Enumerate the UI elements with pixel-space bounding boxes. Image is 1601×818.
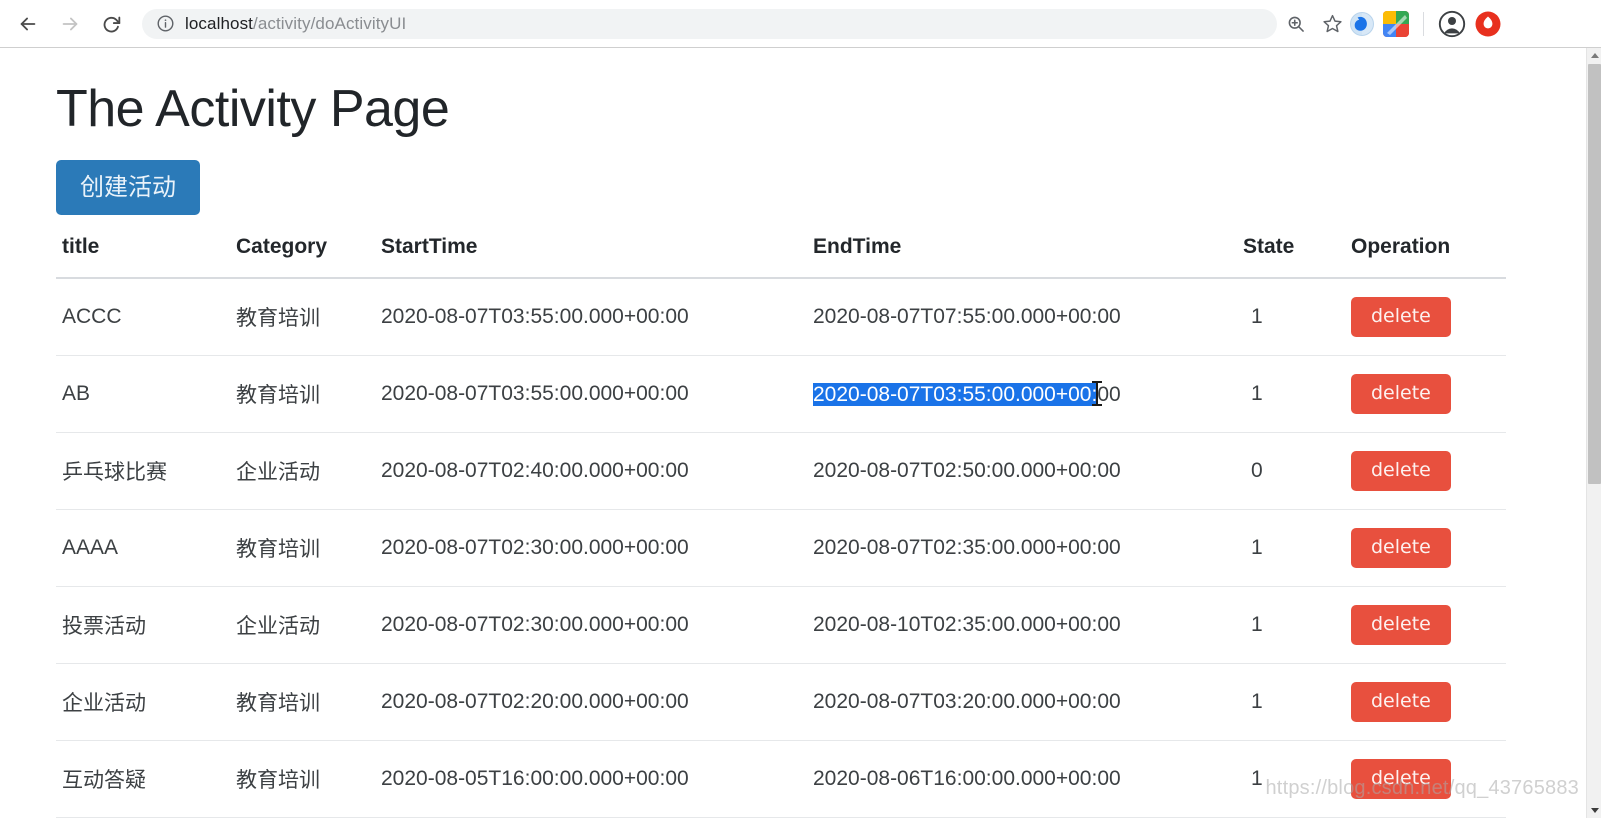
- unselected-text: 00: [1097, 382, 1121, 406]
- cell-start-time: 2020-08-07T02:30:00.000+00:00: [381, 509, 813, 587]
- vertical-scrollbar[interactable]: [1586, 48, 1601, 818]
- table-row: AAAA 教育培训 2020-08-07T02:30:00.000+00:00 202…: [56, 509, 1506, 587]
- reload-button[interactable]: [94, 6, 130, 42]
- cell-category: 教育培训: [236, 740, 381, 818]
- cell-state: 1: [1243, 663, 1351, 741]
- delete-button[interactable]: delete: [1351, 296, 1451, 337]
- browser-window: localhost/activity/doActivityUI The Acti…: [0, 0, 1601, 818]
- red-circle-extension-icon[interactable]: [1474, 10, 1502, 38]
- cell-title: 乒乓球比赛: [56, 432, 236, 510]
- cell-state: 0: [1243, 432, 1351, 510]
- cell-end-time[interactable]: 2020-08-07T07:55:00.000+00:00: [813, 277, 1243, 356]
- cell-state: 1: [1243, 740, 1351, 818]
- cell-start-time: 2020-08-07T03:55:00.000+00:00: [381, 277, 813, 356]
- table-row: 企业活动 教育培训 2020-08-07T02:20:00.000+00:00 202…: [56, 663, 1506, 741]
- cell-operation: delete: [1351, 740, 1506, 818]
- cell-start-time: 2020-08-07T03:55:00.000+00:00: [381, 355, 813, 433]
- page-viewport: The Activity Page 创建活动 title Category St…: [0, 48, 1586, 818]
- browser-toolbar: localhost/activity/doActivityUI: [0, 0, 1601, 48]
- cell-state: 1: [1243, 509, 1351, 587]
- cell-start-time: 2020-08-05T16:00:00.000+00:00: [381, 740, 813, 818]
- cell-end-time[interactable]: 2020-08-07T03:55:00.000+00:00: [813, 355, 1243, 433]
- extension-blue-circle-icon[interactable]: [1349, 11, 1375, 37]
- delete-button[interactable]: delete: [1351, 373, 1451, 414]
- delete-button[interactable]: delete: [1351, 758, 1451, 799]
- column-header-operation[interactable]: Operation: [1351, 234, 1506, 279]
- cell-end-time[interactable]: 2020-08-07T02:50:00.000+00:00: [813, 432, 1243, 510]
- cell-category: 企业活动: [236, 432, 381, 510]
- scroll-down-arrow-icon[interactable]: [1587, 803, 1601, 818]
- cell-start-time: 2020-08-07T02:30:00.000+00:00: [381, 586, 813, 664]
- navigation-buttons: [0, 6, 130, 42]
- cell-end-time[interactable]: 2020-08-07T03:20:00.000+00:00: [813, 663, 1243, 741]
- cell-state: 1: [1243, 355, 1351, 433]
- cell-category: 教育培训: [236, 663, 381, 741]
- cell-category: 教育培训: [236, 355, 381, 433]
- cell-title: 企业活动: [56, 663, 236, 741]
- cell-title: 投票活动: [56, 586, 236, 664]
- cell-operation: delete: [1351, 355, 1506, 433]
- cell-state: 1: [1243, 586, 1351, 664]
- forward-button[interactable]: [52, 6, 88, 42]
- selected-text: 2020-08-07T03:55:00.000+00:: [813, 382, 1098, 406]
- address-bar[interactable]: localhost/activity/doActivityUI: [142, 8, 1277, 39]
- google-colorful-extension-icon[interactable]: [1383, 10, 1409, 37]
- url-path: /activity/doActivityUI: [253, 13, 407, 33]
- cell-operation: delete: [1351, 586, 1506, 664]
- table-header-row: title Category StartTime EndTime State O…: [56, 234, 1506, 279]
- bookmark-star-icon[interactable]: [1315, 7, 1349, 41]
- url-host: localhost: [185, 13, 253, 33]
- column-header-start-time[interactable]: StartTime: [381, 234, 813, 279]
- column-header-title[interactable]: title: [56, 234, 236, 279]
- toolbar-divider: [1423, 11, 1424, 36]
- cell-title: 互动答疑: [56, 740, 236, 818]
- cell-operation: delete: [1351, 663, 1506, 741]
- cell-state: 1: [1243, 277, 1351, 356]
- cell-end-time[interactable]: 2020-08-07T02:35:00.000+00:00: [813, 509, 1243, 587]
- url-text: localhost/activity/doActivityUI: [185, 14, 406, 34]
- page-title: The Activity Page: [56, 80, 450, 138]
- activity-table-body: ACCC 教育培训 2020-08-07T03:55:00.000+00:00 202…: [56, 277, 1506, 818]
- cell-operation: delete: [1351, 432, 1506, 510]
- delete-button[interactable]: delete: [1351, 604, 1451, 645]
- cell-title: AAAA: [56, 509, 236, 587]
- back-button[interactable]: [10, 6, 46, 42]
- cell-start-time: 2020-08-07T02:40:00.000+00:00: [381, 432, 813, 510]
- arrow-left-icon: [20, 17, 36, 30]
- column-header-end-time[interactable]: EndTime: [813, 234, 1243, 279]
- cell-title: ACCC: [56, 277, 236, 356]
- table-row: 互动答疑 教育培训 2020-08-05T16:00:00.000+00:00 202…: [56, 740, 1506, 818]
- cell-category: 教育培训: [236, 277, 381, 356]
- cell-end-time[interactable]: 2020-08-06T16:00:00.000+00:00: [813, 740, 1243, 818]
- table-row: AB 教育培训 2020-08-07T03:55:00.000+00:00 2020-…: [56, 355, 1506, 433]
- info-circle-icon[interactable]: [156, 14, 175, 33]
- scroll-up-arrow-icon[interactable]: [1587, 48, 1601, 63]
- cell-start-time: 2020-08-07T02:20:00.000+00:00: [381, 663, 813, 741]
- text-cursor-icon: [1092, 380, 1103, 406]
- cell-operation: delete: [1351, 277, 1506, 356]
- table-row: 投票活动 企业活动 2020-08-07T02:30:00.000+00:00 202…: [56, 586, 1506, 664]
- cell-category: 教育培训: [236, 509, 381, 587]
- reload-icon: [103, 16, 121, 32]
- delete-button[interactable]: delete: [1351, 527, 1451, 568]
- delete-button[interactable]: delete: [1351, 681, 1451, 722]
- extension-toolbar: [1349, 10, 1514, 38]
- cell-category: 企业活动: [236, 586, 381, 664]
- zoom-magnifier-icon[interactable]: [1279, 7, 1313, 41]
- table-row: ACCC 教育培训 2020-08-07T03:55:00.000+00:00 202…: [56, 277, 1506, 356]
- table-row: 乒乓球比赛 企业活动 2020-08-07T02:40:00.000+00:00 20…: [56, 432, 1506, 510]
- column-header-state[interactable]: State: [1243, 234, 1351, 279]
- activity-table: title Category StartTime EndTime State O…: [56, 234, 1506, 818]
- scrollbar-thumb[interactable]: [1588, 64, 1601, 484]
- arrow-right-icon: [62, 17, 78, 30]
- delete-button[interactable]: delete: [1351, 450, 1451, 491]
- cell-operation: delete: [1351, 509, 1506, 587]
- create-activity-button[interactable]: 创建活动: [56, 159, 200, 215]
- omnibox-actions: [1279, 7, 1349, 41]
- cell-end-time[interactable]: 2020-08-10T02:35:00.000+00:00: [813, 586, 1243, 664]
- profile-avatar-icon[interactable]: [1438, 10, 1466, 38]
- cell-title: AB: [56, 355, 236, 433]
- column-header-category[interactable]: Category: [236, 234, 381, 279]
